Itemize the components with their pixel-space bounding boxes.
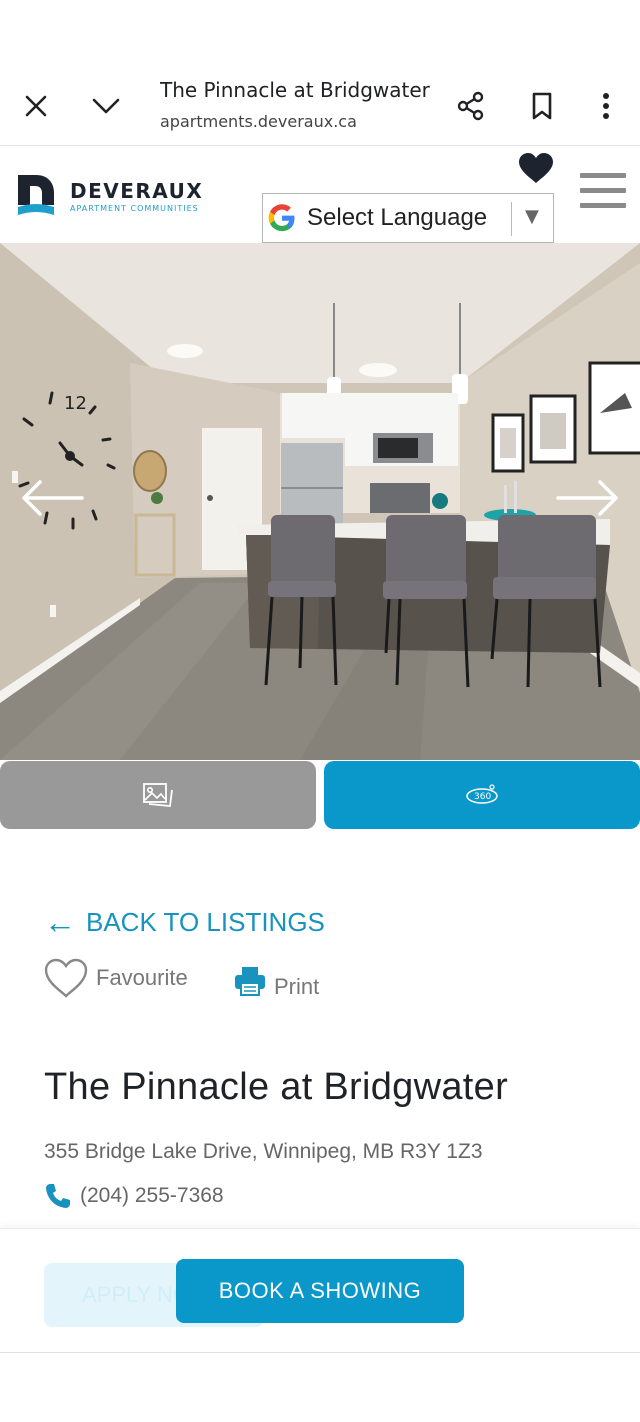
chevron-down-icon[interactable] <box>86 86 126 126</box>
view-360-icon: 360 <box>466 784 498 804</box>
printer-icon <box>235 967 265 996</box>
phone-icon <box>46 1184 70 1208</box>
photos-button[interactable] <box>0 761 316 829</box>
property-address: 355 Bridge Lake Drive, Winnipeg, MB R3Y … <box>44 1140 483 1163</box>
bookmark-icon[interactable] <box>522 86 562 126</box>
arrow-left-icon[interactable] <box>20 478 84 518</box>
menu-icon[interactable] <box>580 173 626 213</box>
language-select-label: Select Language <box>307 204 488 231</box>
share-icon[interactable] <box>451 86 491 126</box>
svg-text:360: 360 <box>474 792 491 802</box>
brand-subtitle: APARTMENT COMMUNITIES <box>70 204 199 213</box>
browser-title: The Pinnacle at Bridgwater <box>160 78 430 102</box>
apartment-photo-illustration: 12 <box>0 243 640 760</box>
arrow-right-icon[interactable] <box>556 478 620 518</box>
dropdown-arrow-icon: ▼ <box>525 206 539 227</box>
print-label: Print <box>274 974 320 999</box>
photos-icon <box>143 783 173 807</box>
page-root: The Pinnacle at Bridgwater apartments.de… <box>0 0 640 1422</box>
browser-url: apartments.deveraux.ca <box>160 112 357 131</box>
print-button[interactable]: Print <box>234 962 319 1000</box>
language-select[interactable]: Select Language ▼ <box>262 193 554 243</box>
view-360-button[interactable]: 360 <box>324 761 640 829</box>
svg-text:12: 12 <box>64 393 87 414</box>
deveraux-logo-icon[interactable] <box>16 173 56 217</box>
phone-link[interactable]: (204) 255-7368 <box>44 1182 224 1210</box>
back-to-listings-label: BACK TO LISTINGS <box>86 906 325 937</box>
bottom-divider <box>0 1352 640 1353</box>
more-vert-icon[interactable] <box>586 86 626 126</box>
bottom-action-bar: APPLY NOW BOOK A SHOWING <box>0 1228 640 1352</box>
heart-outline-icon <box>44 958 88 998</box>
site-header: DEVERAUX APARTMENT COMMUNITIES Select La… <box>0 147 640 243</box>
select-divider <box>511 202 512 236</box>
arrow-back-icon: ← <box>44 904 76 940</box>
favourite-label: Favourite <box>96 965 188 990</box>
book-showing-button[interactable]: BOOK A SHOWING <box>176 1259 464 1323</box>
browser-toolbar: The Pinnacle at Bridgwater apartments.de… <box>0 64 640 146</box>
close-icon[interactable] <box>16 86 56 126</box>
back-to-listings-link[interactable]: ← BACK TO LISTINGS <box>44 906 325 938</box>
property-title: The Pinnacle at Bridgwater <box>44 1066 509 1108</box>
brand-name: DEVERAUX <box>70 179 204 203</box>
google-icon <box>268 204 295 232</box>
phone-number: (204) 255-7368 <box>80 1184 224 1207</box>
listing-photo: 12 <box>0 243 640 760</box>
favourite-button[interactable]: Favourite <box>44 958 188 998</box>
heart-icon[interactable] <box>518 152 558 188</box>
